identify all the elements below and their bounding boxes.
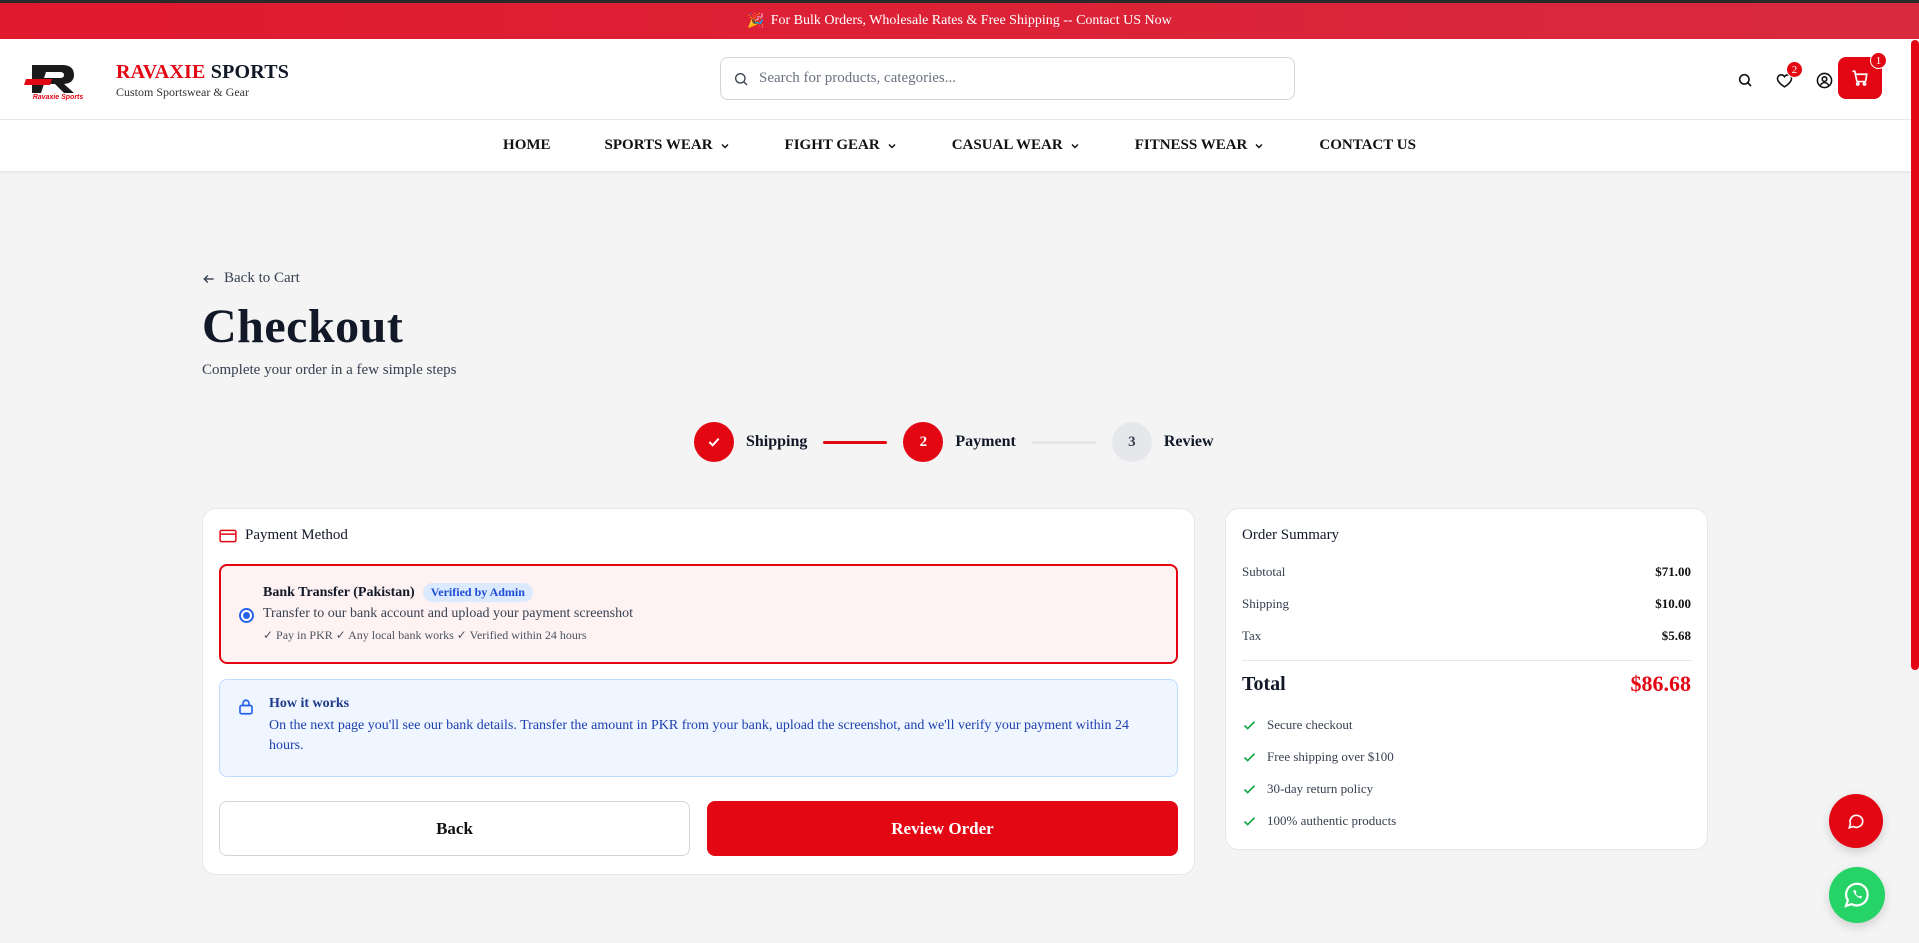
summary-divider (1242, 660, 1691, 661)
nav-item-contact-us[interactable]: CONTACT US (1319, 137, 1416, 154)
check-icon (1243, 752, 1256, 762)
verified-badge: Verified by Admin (422, 583, 533, 602)
cart-icon (1852, 70, 1868, 86)
search-icon (1738, 73, 1752, 87)
search-icon (735, 72, 748, 85)
party-icon: 🎉 (747, 13, 765, 29)
summary-row-subtotal: Subtotal $71.00 (1242, 564, 1691, 579)
nav-item-fight-gear[interactable]: FIGHT GEAR (785, 137, 898, 154)
order-summary-card: Order Summary Subtotal $71.00 Shipping $10… (1225, 508, 1708, 850)
back-button[interactable]: Back (219, 801, 690, 856)
chevron-down-icon (1071, 143, 1079, 149)
header-search-button[interactable] (1734, 69, 1756, 91)
step-connector (1031, 440, 1096, 444)
arrow-left-icon (203, 274, 214, 283)
search-bar[interactable] (720, 57, 1295, 100)
bank-transfer-option[interactable]: Bank Transfer (Pakistan) Verified by Adm… (219, 564, 1178, 664)
announcement-bar: 🎉 For Bulk Orders, Wholesale Rates & Fre… (0, 0, 1919, 39)
check-icon (1243, 784, 1256, 794)
step-shipping-indicator (694, 422, 734, 462)
step-payment-label: Payment (955, 433, 1016, 450)
checkout-main: Back to Cart Checkout Complete your orde… (202, 270, 1708, 875)
payment-method-heading: Payment Method (219, 527, 348, 544)
summary-row-tax: Tax $5.68 (1242, 628, 1691, 643)
whatsapp-button[interactable] (1829, 867, 1885, 923)
main-nav: HOME SPORTS WEAR FIGHT GEAR CASUAL WEAR … (0, 120, 1919, 172)
payment-method-card: Payment Method Bank Transfer (Pakistan) … (202, 508, 1195, 875)
option-description: Transfer to our bank account and upload … (263, 606, 633, 621)
nav-item-casual-wear[interactable]: CASUAL WEAR (952, 137, 1081, 154)
whatsapp-icon (1844, 882, 1869, 908)
option-features: ✓ Pay in PKR ✓ Any local bank works ✓ Ve… (263, 628, 587, 642)
summary-total: Total $86.68 (1242, 671, 1691, 697)
back-to-cart-link[interactable]: Back to Cart (202, 270, 1708, 287)
chat-bubble-icon (1847, 814, 1864, 829)
check-icon (1243, 720, 1256, 730)
summary-row-shipping: Shipping $10.00 (1242, 596, 1691, 611)
search-input[interactable] (759, 70, 1259, 87)
credit-card-icon (219, 529, 237, 542)
brand-block[interactable]: RAVAXIE SPORTS Custom Sportswear & Gear (116, 61, 289, 100)
step-connector (823, 440, 888, 444)
svg-text:Ravaxie Sports: Ravaxie Sports (33, 94, 84, 101)
cart-count-badge: 1 (1870, 52, 1887, 69)
site-header: Ravaxie Sports RAVAXIE SPORTS Custom Spo… (0, 39, 1919, 120)
wishlist-count-badge: 2 (1786, 61, 1803, 78)
bank-transfer-radio[interactable] (239, 608, 254, 623)
nav-item-sports-wear[interactable]: SPORTS WEAR (605, 137, 731, 154)
info-text: On the next page you'll see our bank det… (269, 718, 1130, 753)
wishlist-button[interactable]: 2 (1773, 61, 1803, 91)
cart-button[interactable]: 1 (1838, 52, 1887, 99)
total-value: $86.68 (1630, 671, 1692, 696)
step-payment-indicator: 2 (903, 422, 944, 462)
announcement-text[interactable]: For Bulk Orders, Wholesale Rates & Free … (771, 13, 1172, 29)
summary-feature: 30-day return policy (1242, 781, 1373, 797)
page-title: Checkout (202, 300, 404, 353)
summary-feature: Free shipping over $100 (1242, 749, 1394, 765)
check-icon (1243, 816, 1256, 826)
total-label: Total (1242, 672, 1286, 695)
chat-button[interactable] (1829, 794, 1883, 848)
nav-item-fitness-wear[interactable]: FITNESS WEAR (1135, 137, 1266, 154)
how-it-works-box: How it works On the next page you'll see… (219, 679, 1178, 777)
step-review-label: Review (1163, 433, 1214, 450)
page-scrollbar[interactable] (1911, 40, 1919, 670)
nav-item-home[interactable]: HOME (503, 137, 551, 154)
info-title: How it works (269, 696, 350, 711)
chevron-down-icon (721, 143, 729, 149)
brand-tagline: Custom Sportswear & Gear (116, 85, 249, 99)
page-subtitle: Complete your order in a few simple step… (202, 362, 457, 378)
step-shipping-label: Shipping (746, 433, 808, 450)
user-circle-icon (1816, 72, 1832, 88)
order-summary-title: Order Summary (1242, 527, 1340, 543)
checkout-stepper: Shipping 2 Payment 3 Review (694, 422, 1214, 462)
review-order-button[interactable]: Review Order (707, 801, 1178, 856)
check-icon (708, 437, 720, 447)
summary-feature: 100% authentic products (1242, 813, 1396, 829)
brand-name: RAVAXIE SPORTS (116, 61, 290, 83)
option-title: Bank Transfer (Pakistan) (263, 584, 415, 600)
chevron-down-icon (1255, 143, 1263, 149)
account-button[interactable] (1813, 69, 1835, 91)
step-review-indicator: 3 (1111, 422, 1152, 462)
summary-feature: Secure checkout (1242, 717, 1353, 733)
lock-icon (239, 699, 253, 715)
brand-logo[interactable]: Ravaxie Sports (22, 61, 94, 101)
chevron-down-icon (888, 143, 896, 149)
